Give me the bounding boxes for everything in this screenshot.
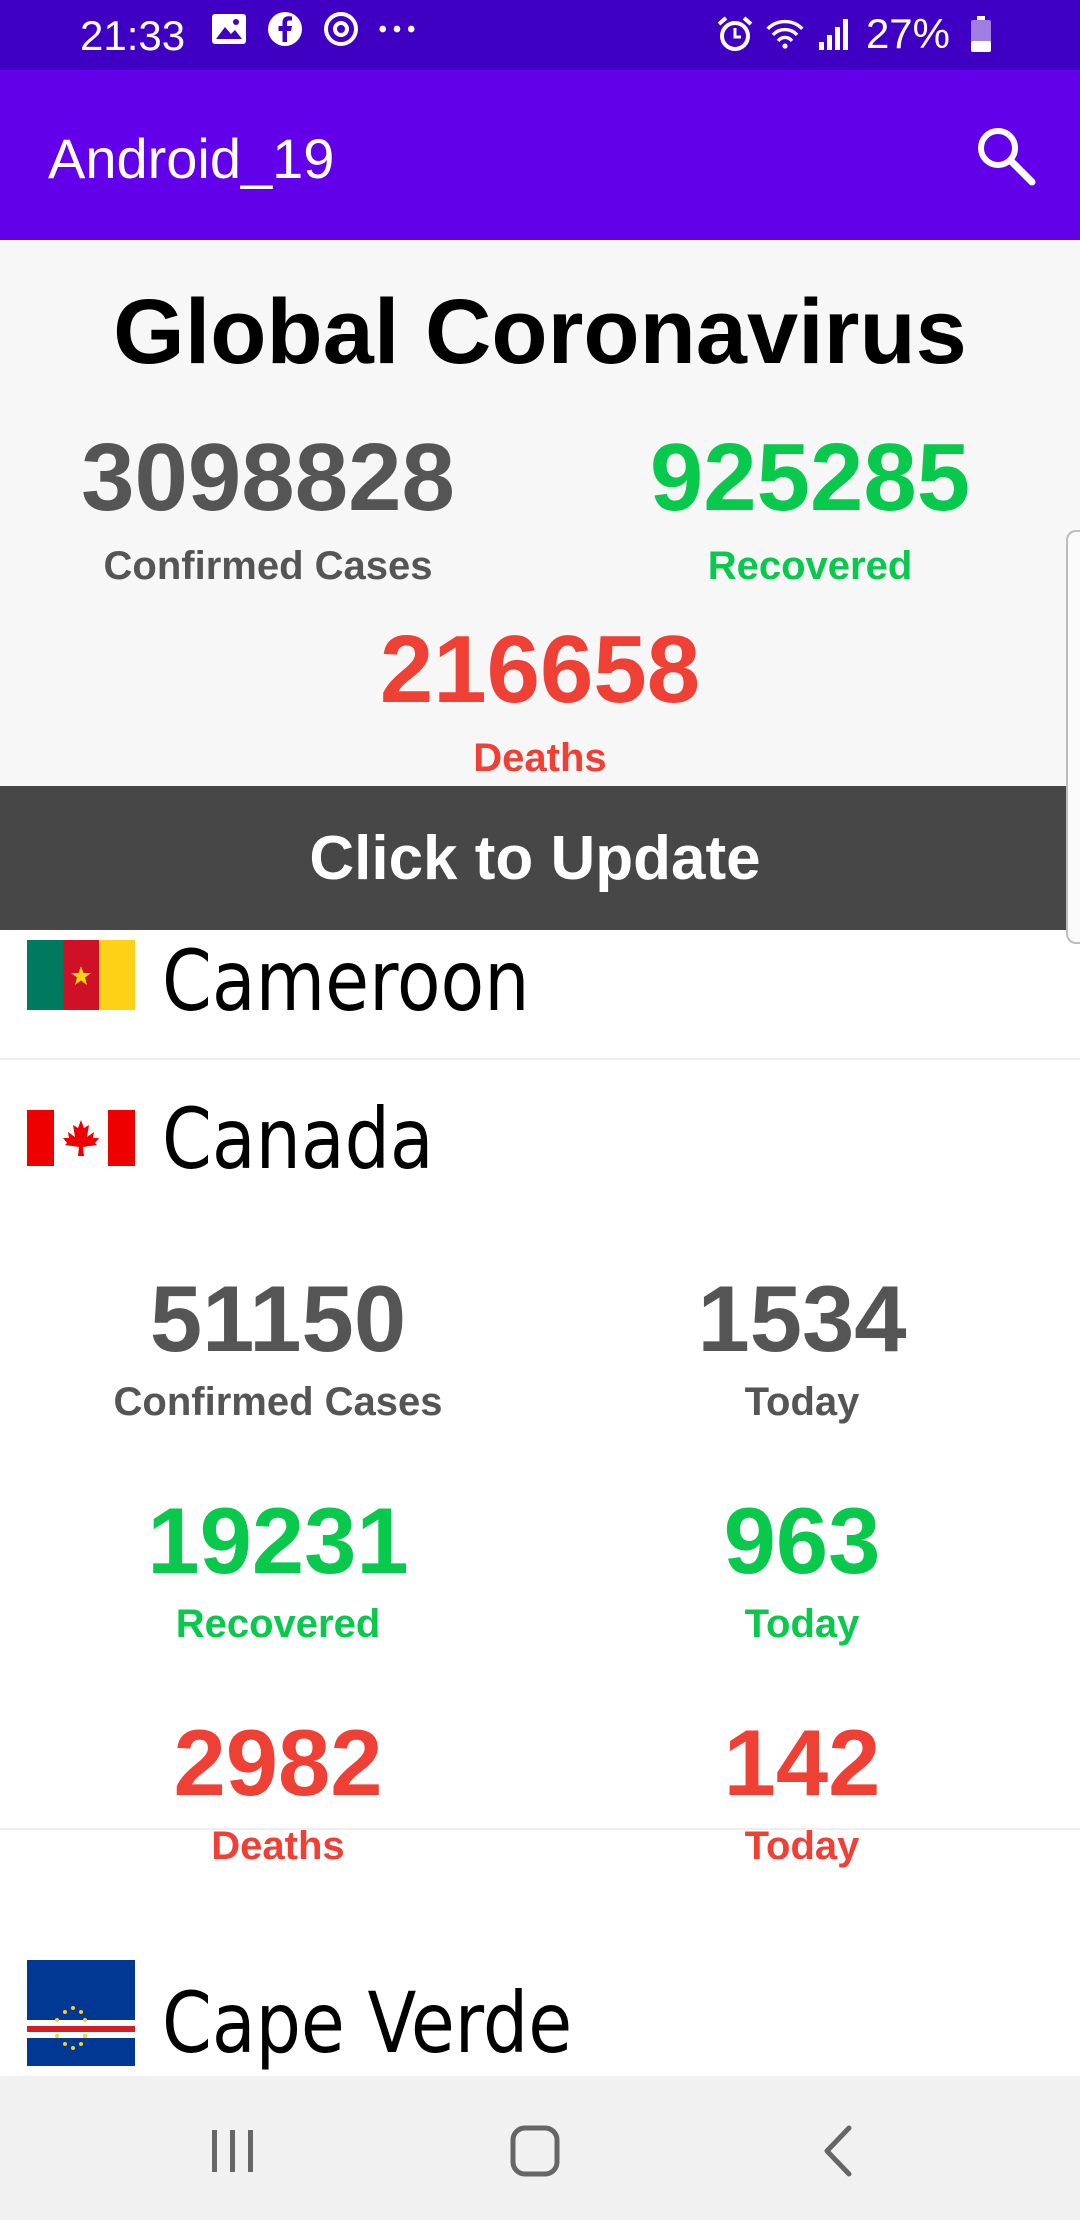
wifi-icon [766, 15, 804, 53]
country-list[interactable]: Cameroon Canada 51150 Confirmed Cases 15… [0, 930, 1080, 2076]
app-bar: Android_19 [0, 70, 1080, 240]
global-recovered-value: 925285 [649, 424, 971, 531]
global-recovered-label: Recovered [707, 544, 913, 588]
global-recovered: 925285 Recovered [560, 430, 1060, 589]
app-title: Android_19 [48, 127, 335, 190]
update-button[interactable]: Click to Update [0, 786, 1070, 930]
canada-recovered: 19231 Recovered [28, 1494, 528, 1647]
global-confirmed-label: Confirmed Cases [103, 544, 433, 588]
cape-verde-flag-icon [27, 1960, 135, 2066]
canada-deaths: 2982 Deaths [28, 1716, 528, 1869]
global-deaths-label: Deaths [473, 736, 607, 780]
list-item-cape-verde[interactable]: Cape Verde [0, 1930, 1080, 2076]
canada-recovered-today-label: Today [744, 1602, 860, 1646]
canada-confirmed: 51150 Confirmed Cases [28, 1272, 528, 1425]
status-time: 21:33 [80, 12, 186, 59]
country-name: Canada [162, 1090, 434, 1188]
back-button-icon[interactable] [805, 2116, 875, 2186]
cameroon-flag-icon [27, 940, 135, 1010]
global-confirmed: 3098828 Confirmed Cases [18, 430, 518, 589]
search-icon[interactable] [972, 122, 1038, 188]
global-summary: Global Coronavirus 3098828 Confirmed Cas… [0, 240, 1080, 786]
battery-percent: 27% [865, 10, 950, 57]
scrollbar-thumb[interactable] [1066, 530, 1080, 944]
country-name: Cameroon [162, 932, 530, 1030]
canada-deaths-today-label: Today [744, 1824, 860, 1868]
canada-confirmed-label: Confirmed Cases [113, 1380, 443, 1424]
canada-confirmed-today: 1534 Today [552, 1272, 1052, 1425]
global-confirmed-value: 3098828 [81, 424, 455, 531]
country-name: Cape Verde [162, 1974, 573, 2072]
canada-flag-icon [27, 1110, 135, 1166]
global-deaths-value: 216658 [379, 616, 701, 723]
canada-deaths-today: 142 Today [552, 1716, 1052, 1869]
global-deaths: 216658 Deaths [290, 622, 790, 781]
more-dots-icon [378, 10, 416, 48]
battery-icon [962, 15, 1000, 53]
canada-recovered-today: 963 Today [552, 1494, 1052, 1647]
facebook-icon [266, 10, 304, 48]
canada-deaths-value: 2982 [173, 1710, 383, 1815]
canada-confirmed-today-label: Today [744, 1380, 860, 1424]
recents-button-icon[interactable] [198, 2116, 268, 2186]
canada-recovered-today-value: 963 [723, 1488, 881, 1593]
home-button-icon[interactable] [500, 2116, 570, 2186]
summary-heading: Global Coronavirus [113, 281, 967, 383]
list-item-cameroon[interactable]: Cameroon [0, 930, 1080, 1060]
alarm-icon [716, 15, 754, 53]
canada-deaths-label: Deaths [211, 1824, 345, 1868]
canada-deaths-today-value: 142 [723, 1710, 881, 1815]
navigation-bar [0, 2076, 1080, 2220]
signal-icon [816, 15, 854, 53]
canada-recovered-value: 19231 [147, 1488, 409, 1593]
list-item-canada[interactable]: Canada 51150 Confirmed Cases 1534 Today … [0, 1060, 1080, 1868]
gallery-icon [210, 10, 248, 48]
canada-recovered-label: Recovered [175, 1602, 381, 1646]
messenger-icon [322, 10, 360, 48]
canada-confirmed-today-value: 1534 [697, 1266, 907, 1371]
canada-confirmed-value: 51150 [149, 1266, 407, 1371]
status-bar: 21:33 27% [0, 0, 1080, 70]
